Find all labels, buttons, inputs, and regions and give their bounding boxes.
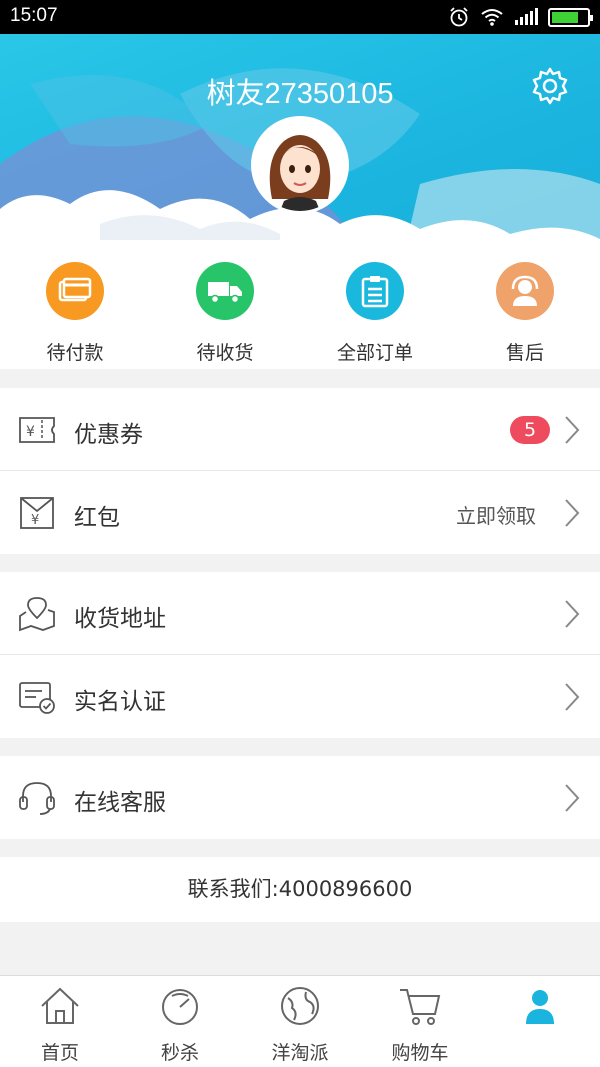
order-icon-circle: [196, 262, 254, 320]
account-section: 收货地址 实名认证: [0, 572, 600, 738]
battery-icon: [548, 7, 593, 27]
id-check-icon: [19, 682, 55, 714]
service-section: 在线客服: [0, 756, 600, 839]
username: 树友27350105: [206, 78, 394, 110]
coupon-count-badge: 5: [510, 416, 550, 444]
wifi-icon: [481, 9, 503, 26]
bottom-tab-bar: 首页 秒杀 洋淘派 购物车: [0, 975, 600, 1067]
tab-label: 秒杀: [160, 1042, 199, 1064]
alarm-icon: [450, 7, 468, 27]
red-packet-icon: ¥: [20, 497, 54, 529]
svg-text:¥: ¥: [26, 424, 35, 440]
address-label: 收货地址: [74, 606, 166, 632]
home-icon: [41, 987, 79, 1024]
status-bar: 15:07: [0, 0, 600, 34]
order-label: 待收货: [196, 342, 254, 364]
headset-icon: [19, 782, 55, 815]
user-icon: [526, 990, 554, 1024]
order-label: 全部订单: [336, 342, 413, 364]
tab-home[interactable]: 首页: [0, 984, 120, 1065]
avatar-illustration: [254, 119, 346, 211]
verification-row[interactable]: 实名认证: [0, 655, 600, 738]
online-service-row[interactable]: 在线客服: [0, 756, 600, 839]
support-agent-icon: [511, 275, 539, 306]
avatar[interactable]: [251, 116, 349, 214]
coupon-row[interactable]: ¥ 优惠券 5: [0, 388, 600, 471]
cart-icon: [400, 989, 441, 1025]
chevron-right-icon: [565, 499, 580, 527]
battery-level: [552, 11, 578, 23]
chevron-right-icon: [565, 416, 580, 444]
tab-cart[interactable]: 购物车: [360, 984, 480, 1065]
status-icons: [448, 6, 593, 28]
map-pin-icon: [19, 597, 55, 632]
order-pending-receipt[interactable]: 待收货: [150, 262, 300, 365]
tab-flash-sale[interactable]: 秒杀: [120, 984, 240, 1065]
order-pending-payment[interactable]: 待付款: [0, 262, 150, 365]
order-label: 售后: [505, 342, 544, 364]
chevron-right-icon: [565, 784, 580, 812]
verification-label: 实名认证: [74, 689, 166, 715]
order-icon-circle: [46, 262, 104, 320]
tab-profile[interactable]: [480, 984, 600, 1038]
order-icon-circle: [346, 262, 404, 320]
tab-yangtaopai[interactable]: 洋淘派: [240, 984, 360, 1065]
address-row[interactable]: 收货地址: [0, 572, 600, 655]
chevron-right-icon: [565, 683, 580, 711]
tab-label: 购物车: [391, 1042, 449, 1064]
profile-header: 树友27350105: [0, 34, 600, 270]
order-all[interactable]: 全部订单: [300, 262, 450, 365]
tab-label: 首页: [40, 1042, 79, 1064]
coupon-icon: ¥: [19, 417, 55, 443]
timer-icon: [162, 989, 198, 1025]
svg-text:¥: ¥: [31, 513, 39, 528]
status-time: 15:07: [10, 5, 58, 26]
order-label: 待付款: [46, 342, 104, 364]
order-after-sales[interactable]: 售后: [450, 262, 600, 365]
tab-label: 洋淘派: [271, 1042, 329, 1064]
card-icon: [58, 277, 92, 302]
contact-phone[interactable]: 联系我们:4000896600: [0, 857, 600, 922]
settings-gear-icon[interactable]: [530, 66, 570, 106]
order-shortcuts: 待付款 待收货 全部订单 售后: [0, 240, 600, 369]
wallet-section: ¥ 优惠券 5 ¥ 红包 立即领取: [0, 388, 600, 554]
chevron-right-icon: [565, 600, 580, 628]
signal-icon: [515, 8, 538, 25]
coupon-label: 优惠券: [74, 422, 143, 448]
globe-icon: [281, 987, 319, 1025]
clipboard-icon: [361, 276, 389, 308]
red-packet-row[interactable]: ¥ 红包 立即领取: [0, 471, 600, 554]
red-packet-label: 红包: [74, 505, 120, 531]
online-service-label: 在线客服: [74, 790, 166, 816]
order-icon-circle: [496, 262, 554, 320]
truck-icon: [208, 282, 242, 304]
claim-now-link[interactable]: 立即领取: [456, 500, 536, 529]
